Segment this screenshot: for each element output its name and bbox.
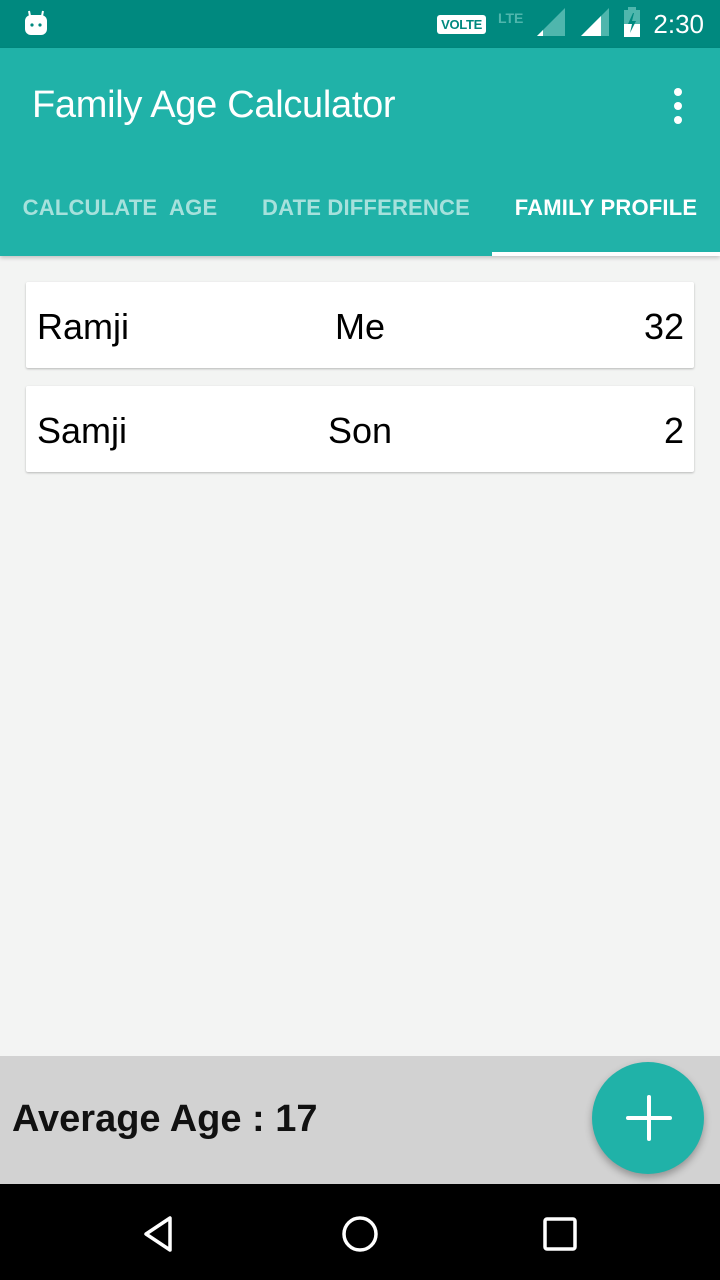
battery-icon — [623, 6, 641, 42]
home-circle-icon[interactable] — [336, 1210, 384, 1258]
member-relation: Son — [327, 410, 393, 451]
member-age: 2 — [663, 410, 684, 451]
android-robot-icon — [24, 10, 48, 41]
signal-icon-2 — [579, 6, 611, 43]
tab-date-difference[interactable]: DATE DIFFERENCE — [240, 160, 492, 256]
member-age: 32 — [643, 306, 684, 347]
volte-badge: VOLTE — [437, 14, 486, 34]
status-bar: VOLTE LTE 2:30 — [0, 0, 720, 48]
tab-family-profile[interactable]: FAMILY PROFILE — [492, 160, 720, 256]
recents-square-icon[interactable] — [536, 1210, 584, 1258]
add-member-button[interactable] — [592, 1062, 704, 1174]
signal-icon — [535, 6, 567, 43]
member-relation: Me — [334, 306, 385, 347]
list-item[interactable]: Ramji Me 32 — [26, 282, 694, 368]
tab-bar: CALCULATE AGE DATE DIFFERENCE FAMILY PRO… — [0, 160, 720, 256]
app-bar: Family Age Calculator CALCULATE AGE DATE… — [0, 48, 720, 256]
status-time: 2:30 — [653, 8, 704, 39]
average-age-label: Average Age : 17 — [12, 1098, 318, 1140]
app-title: Family Age Calculator — [32, 84, 396, 126]
navigation-bar — [0, 1184, 720, 1280]
back-triangle-icon[interactable] — [136, 1210, 184, 1258]
lte-indicator: LTE — [497, 10, 524, 26]
family-member-list: Ramji Me 32 Samji Son 2 — [26, 282, 694, 490]
more-vertical-icon[interactable] — [672, 88, 684, 124]
list-item[interactable]: Samji Son 2 — [26, 386, 694, 472]
tab-calculate-age[interactable]: CALCULATE AGE — [0, 160, 240, 256]
